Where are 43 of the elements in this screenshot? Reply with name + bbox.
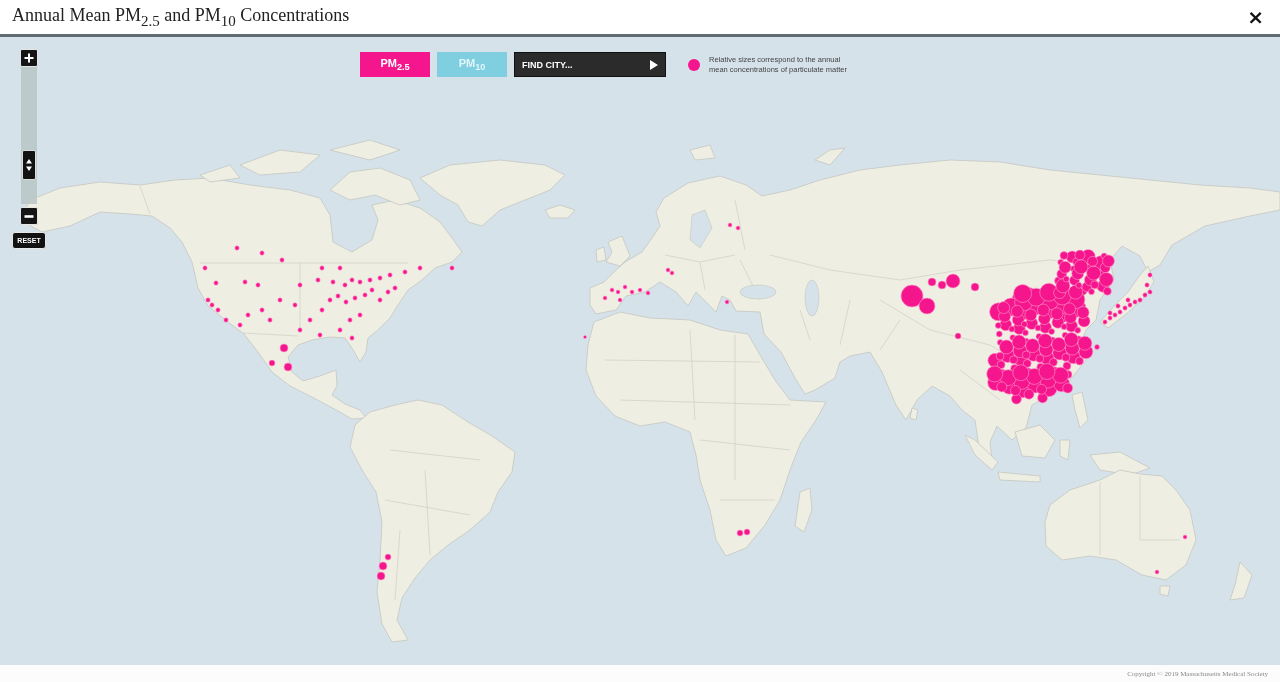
map-dot xyxy=(735,225,741,231)
zoom-out-button[interactable] xyxy=(20,207,38,225)
island xyxy=(814,147,846,166)
map-dot xyxy=(927,277,937,287)
map-dot xyxy=(1182,534,1188,540)
inland-sea xyxy=(804,279,820,317)
map-dot xyxy=(1154,569,1160,575)
close-button[interactable]: × xyxy=(1245,7,1266,27)
plus-icon xyxy=(24,53,34,63)
inland-sea xyxy=(739,284,777,300)
zoom-slider-handle[interactable] xyxy=(22,150,36,181)
inland-sea xyxy=(689,209,713,249)
island xyxy=(794,487,813,533)
pollutant-tab[interactable]: PM$_{2.5}$ xyxy=(360,52,430,77)
map-dot xyxy=(268,359,276,367)
caret-right-icon xyxy=(650,59,658,70)
map-dot xyxy=(918,297,936,315)
up-down-arrows-icon xyxy=(26,159,32,172)
map-dot xyxy=(376,571,386,581)
find-city-dropdown[interactable]: FIND CITY... xyxy=(514,52,666,77)
map-dot xyxy=(954,332,962,340)
map-dot xyxy=(900,284,924,308)
island xyxy=(909,407,919,421)
map-dot xyxy=(1094,344,1100,350)
island xyxy=(1159,585,1171,597)
island xyxy=(1014,424,1056,459)
minus-icon xyxy=(24,214,34,218)
island xyxy=(1089,451,1151,476)
legend-dot-icon xyxy=(688,58,700,71)
map-dot xyxy=(724,299,730,305)
map-dot xyxy=(970,282,980,292)
map-dot xyxy=(279,343,289,353)
map-dot xyxy=(727,222,733,228)
window-title: Annual Mean PM$_{2.5}$ and PM$_{10}$ Concentrations xyxy=(12,4,350,30)
map-dot xyxy=(583,335,587,339)
island xyxy=(329,139,401,161)
island xyxy=(1059,439,1071,461)
map-dot xyxy=(378,561,388,571)
zoom-in-button[interactable] xyxy=(20,49,38,67)
island xyxy=(1071,391,1089,429)
map-dot xyxy=(283,362,293,372)
island xyxy=(689,144,716,161)
island xyxy=(1229,561,1253,601)
